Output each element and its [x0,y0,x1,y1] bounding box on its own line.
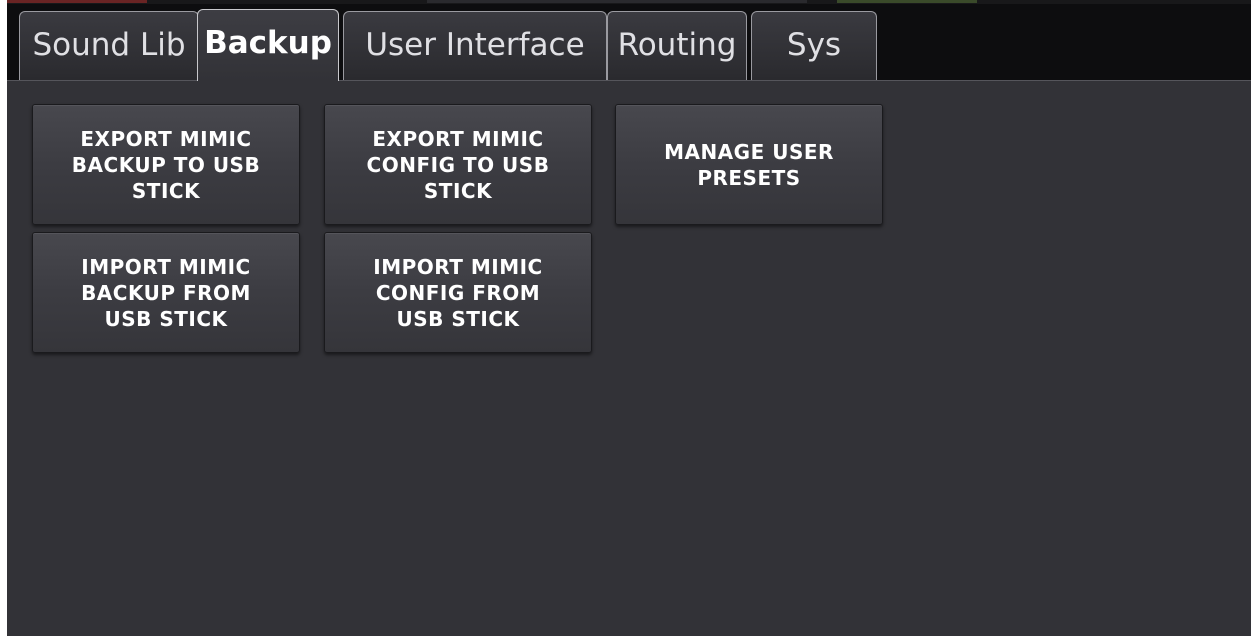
export-config-label: EXPORT MIMIC CONFIG TO USB STICK [366,126,550,203]
import-config-label: IMPORT MIMIC CONFIG FROM USB STICK [373,254,543,331]
manage-presets-button[interactable]: MANAGE USER PRESETS [615,104,883,225]
import-backup-label: IMPORT MIMIC BACKUP FROM USB STICK [81,254,251,331]
manage-presets-label: MANAGE USER PRESETS [664,139,834,190]
import-config-button[interactable]: IMPORT MIMIC CONFIG FROM USB STICK [324,232,592,353]
tab-backup[interactable]: Backup [197,9,339,81]
export-config-button[interactable]: EXPORT MIMIC CONFIG TO USB STICK [324,104,592,225]
tab-bar: Sound Lib Backup User Interface Routing … [7,4,1251,81]
export-backup-label: EXPORT MIMIC BACKUP TO USB STICK [71,126,261,203]
import-backup-button[interactable]: IMPORT MIMIC BACKUP FROM USB STICK [32,232,300,353]
tab-sys[interactable]: Sys [751,11,877,80]
export-backup-button[interactable]: EXPORT MIMIC BACKUP TO USB STICK [32,104,300,225]
tab-routing[interactable]: Routing [607,11,747,80]
tab-user-interface[interactable]: User Interface [343,11,607,80]
backup-screen: Sound Lib Backup User Interface Routing … [7,0,1251,636]
tab-sound-lib[interactable]: Sound Lib [19,11,199,80]
